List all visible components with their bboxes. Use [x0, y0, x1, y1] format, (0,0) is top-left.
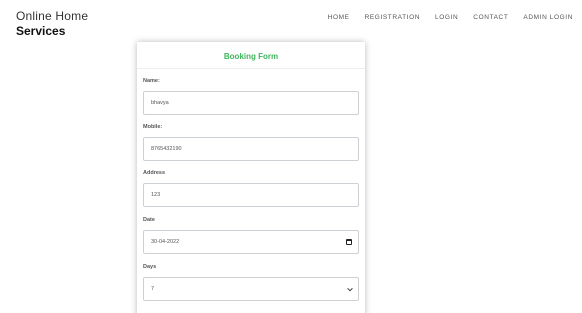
mobile-field-group: Mobile: 8765432190 — [143, 124, 359, 161]
name-input[interactable]: bhavya — [143, 91, 359, 115]
page: Online Home Services HOME REGISTRATION L… — [0, 0, 582, 313]
date-input[interactable]: 30-04-2022 — [143, 230, 359, 254]
nav-login[interactable]: LOGIN — [435, 14, 458, 21]
nav-admin-login[interactable]: ADMIN LOGIN — [523, 14, 573, 21]
brand-line-2: Services — [16, 24, 66, 38]
mobile-label: Mobile: — [143, 124, 163, 130]
mobile-value: 8765432190 — [151, 146, 182, 152]
days-select[interactable]: 7 — [143, 277, 359, 301]
nav-home[interactable]: HOME — [328, 14, 350, 21]
chevron-down-icon — [347, 287, 353, 292]
days-label: Days — [143, 264, 157, 270]
date-value: 30-04-2022 — [151, 239, 180, 245]
booking-form: Booking Form Name: bhavya Mobile: 876543… — [137, 42, 365, 313]
address-value: 123 — [151, 192, 161, 198]
brand-line-1: Online Home — [16, 9, 89, 23]
address-field-group: Address 123 — [143, 170, 359, 207]
mobile-input[interactable]: 8765432190 — [143, 137, 359, 161]
date-label: Date — [143, 217, 155, 223]
nav-registration[interactable]: REGISTRATION — [365, 14, 420, 21]
days-field-group: Days 7 — [143, 264, 359, 301]
nav-contact[interactable]: CONTACT — [473, 14, 508, 21]
date-field-group: Date 30-04-2022 — [143, 217, 359, 254]
calendar-icon[interactable] — [346, 239, 352, 245]
address-input[interactable]: 123 — [143, 183, 359, 207]
address-label: Address — [143, 170, 166, 176]
name-value: bhavya — [151, 100, 169, 106]
name-field-group: Name: bhavya — [143, 78, 359, 115]
top-nav: HOME REGISTRATION LOGIN CONTACT ADMIN LO… — [328, 14, 573, 21]
brand-logo[interactable]: Online Home Services — [16, 9, 88, 39]
name-label: Name: — [143, 78, 160, 84]
days-value: 7 — [151, 286, 155, 292]
form-title: Booking Form — [137, 42, 365, 69]
